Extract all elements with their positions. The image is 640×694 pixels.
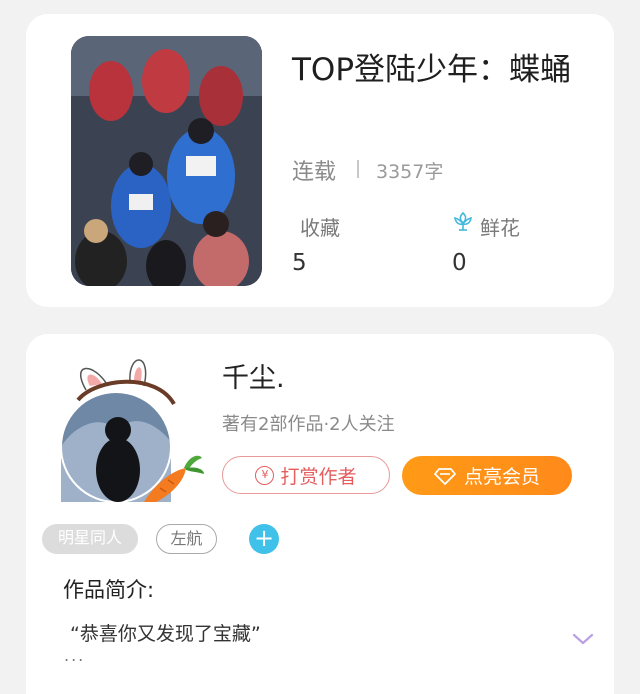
author-avatar[interactable]: [56, 342, 226, 504]
book-info-card: TOP登陆少年：蝶蛹 连载 3357字 收藏 5 鲜花 0: [26, 14, 614, 307]
flower-icon[interactable]: [451, 210, 475, 234]
diamond-icon: [434, 467, 456, 485]
flowers-label[interactable]: 鲜花: [480, 212, 520, 241]
activate-vip-label: 点亮会员: [463, 466, 540, 488]
intro-heading: 作品简介:: [63, 578, 155, 602]
author-meta: 著有2部作品·2人关注: [222, 414, 395, 435]
author-name[interactable]: 千尘.: [222, 356, 285, 395]
flowers-count: 0: [452, 250, 467, 276]
reward-author-button[interactable]: ¥ 打赏作者: [222, 456, 390, 494]
favorites-label[interactable]: 收藏: [300, 212, 340, 241]
intro-text: “恭喜你又发现了宝藏”: [70, 623, 261, 645]
serial-status: 连载: [292, 160, 337, 185]
word-count: 3357字: [376, 161, 444, 183]
author-card: 千尘. 著有2部作品·2人关注 ¥ 打赏作者 点亮会员 明星同人 左航 + 作品…: [26, 334, 614, 694]
plus-icon: +: [253, 524, 275, 552]
chevron-down-icon[interactable]: [572, 632, 594, 646]
tag-character[interactable]: 左航: [156, 524, 217, 554]
book-title: TOP登陆少年：蝶蛹: [292, 52, 572, 88]
activate-vip-button[interactable]: 点亮会员: [402, 456, 572, 495]
status-divider: [357, 160, 359, 178]
tag-category[interactable]: 明星同人: [42, 524, 138, 554]
yen-icon: ¥: [255, 465, 275, 485]
add-tag-button[interactable]: +: [249, 524, 279, 554]
favorites-count: 5: [292, 250, 307, 276]
book-cover-image[interactable]: [71, 36, 262, 286]
reward-author-label: 打赏作者: [280, 465, 357, 488]
intro-ellipsis: ...: [64, 646, 86, 665]
